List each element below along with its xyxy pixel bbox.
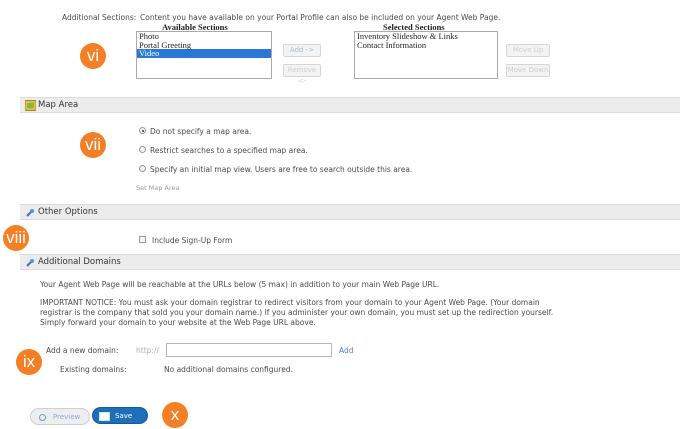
additional-domains-title: Additional Domains — [38, 257, 121, 267]
other-options-title: Other Options — [38, 207, 98, 217]
domains-notice-line: IMPORTANT NOTICE: You must ask your doma… — [40, 298, 540, 307]
existing-domains-label: Existing domains: — [60, 365, 127, 374]
list-item[interactable]: Video — [137, 49, 271, 58]
additional-sections-description: Content you have available on your Porta… — [140, 13, 501, 22]
wrench-icon — [26, 209, 34, 217]
domains-intro: Your Agent Web Page will be reachable at… — [40, 280, 440, 289]
additional-domains-header: Additional Domains — [20, 254, 680, 270]
save-label: Save — [115, 412, 133, 420]
callout-ix: ix — [16, 349, 42, 375]
list-item[interactable]: Contact Information — [355, 40, 497, 50]
callout-viii: viii — [3, 225, 29, 251]
signup-form-label: Include Sign-Up Form — [152, 236, 233, 245]
map-area-title: Map Area — [38, 100, 79, 110]
additional-sections-label: Additional Sections: — [62, 13, 137, 22]
new-domain-input[interactable] — [166, 343, 332, 357]
callout-x: x — [162, 402, 188, 428]
callout-vi: vi — [80, 43, 106, 69]
map-icon — [25, 100, 36, 111]
map-option-radio[interactable] — [139, 165, 146, 172]
available-sections-list[interactable]: Photo Portal Greeting Video — [136, 31, 272, 79]
selected-sections-list[interactable]: Inventory Slideshow & Links Contact Info… — [354, 31, 498, 79]
map-option-label: Specify an initial map view. Users are f… — [150, 165, 413, 174]
save-icon — [99, 412, 110, 421]
map-option-radio[interactable] — [139, 146, 146, 153]
existing-domains-value: No additional domains configured. — [164, 365, 293, 374]
add-section-button[interactable]: Add -> — [283, 44, 321, 57]
wrench-icon — [26, 259, 34, 267]
domains-notice-line: registrar is the company that sold you y… — [40, 308, 554, 317]
map-option-label: Restrict searches to a specified map are… — [150, 146, 308, 155]
preview-button[interactable]: Preview — [30, 408, 90, 425]
other-options-header: Other Options — [20, 204, 680, 220]
preview-label: Preview — [53, 413, 81, 421]
map-area-header: Map Area — [20, 97, 680, 113]
move-up-button[interactable]: Move Up — [506, 44, 550, 57]
add-domain-link[interactable]: Add — [339, 346, 354, 355]
signup-form-checkbox[interactable] — [139, 236, 146, 243]
domain-prefix: http:// — [136, 346, 159, 355]
preview-icon — [39, 414, 46, 421]
move-down-button[interactable]: Move Down — [506, 64, 550, 77]
domains-notice-line: Simply forward your domain to your websi… — [40, 318, 316, 327]
callout-vii: vii — [80, 132, 106, 158]
save-button[interactable]: Save — [92, 407, 148, 424]
add-domain-label: Add a new domain: — [46, 346, 119, 355]
set-map-area-link[interactable]: Set Map Area — [136, 184, 179, 192]
remove-section-button[interactable]: Remove <- — [283, 64, 321, 85]
map-option-radio[interactable] — [139, 127, 146, 134]
map-option-label: Do not specify a map area. — [150, 127, 252, 136]
